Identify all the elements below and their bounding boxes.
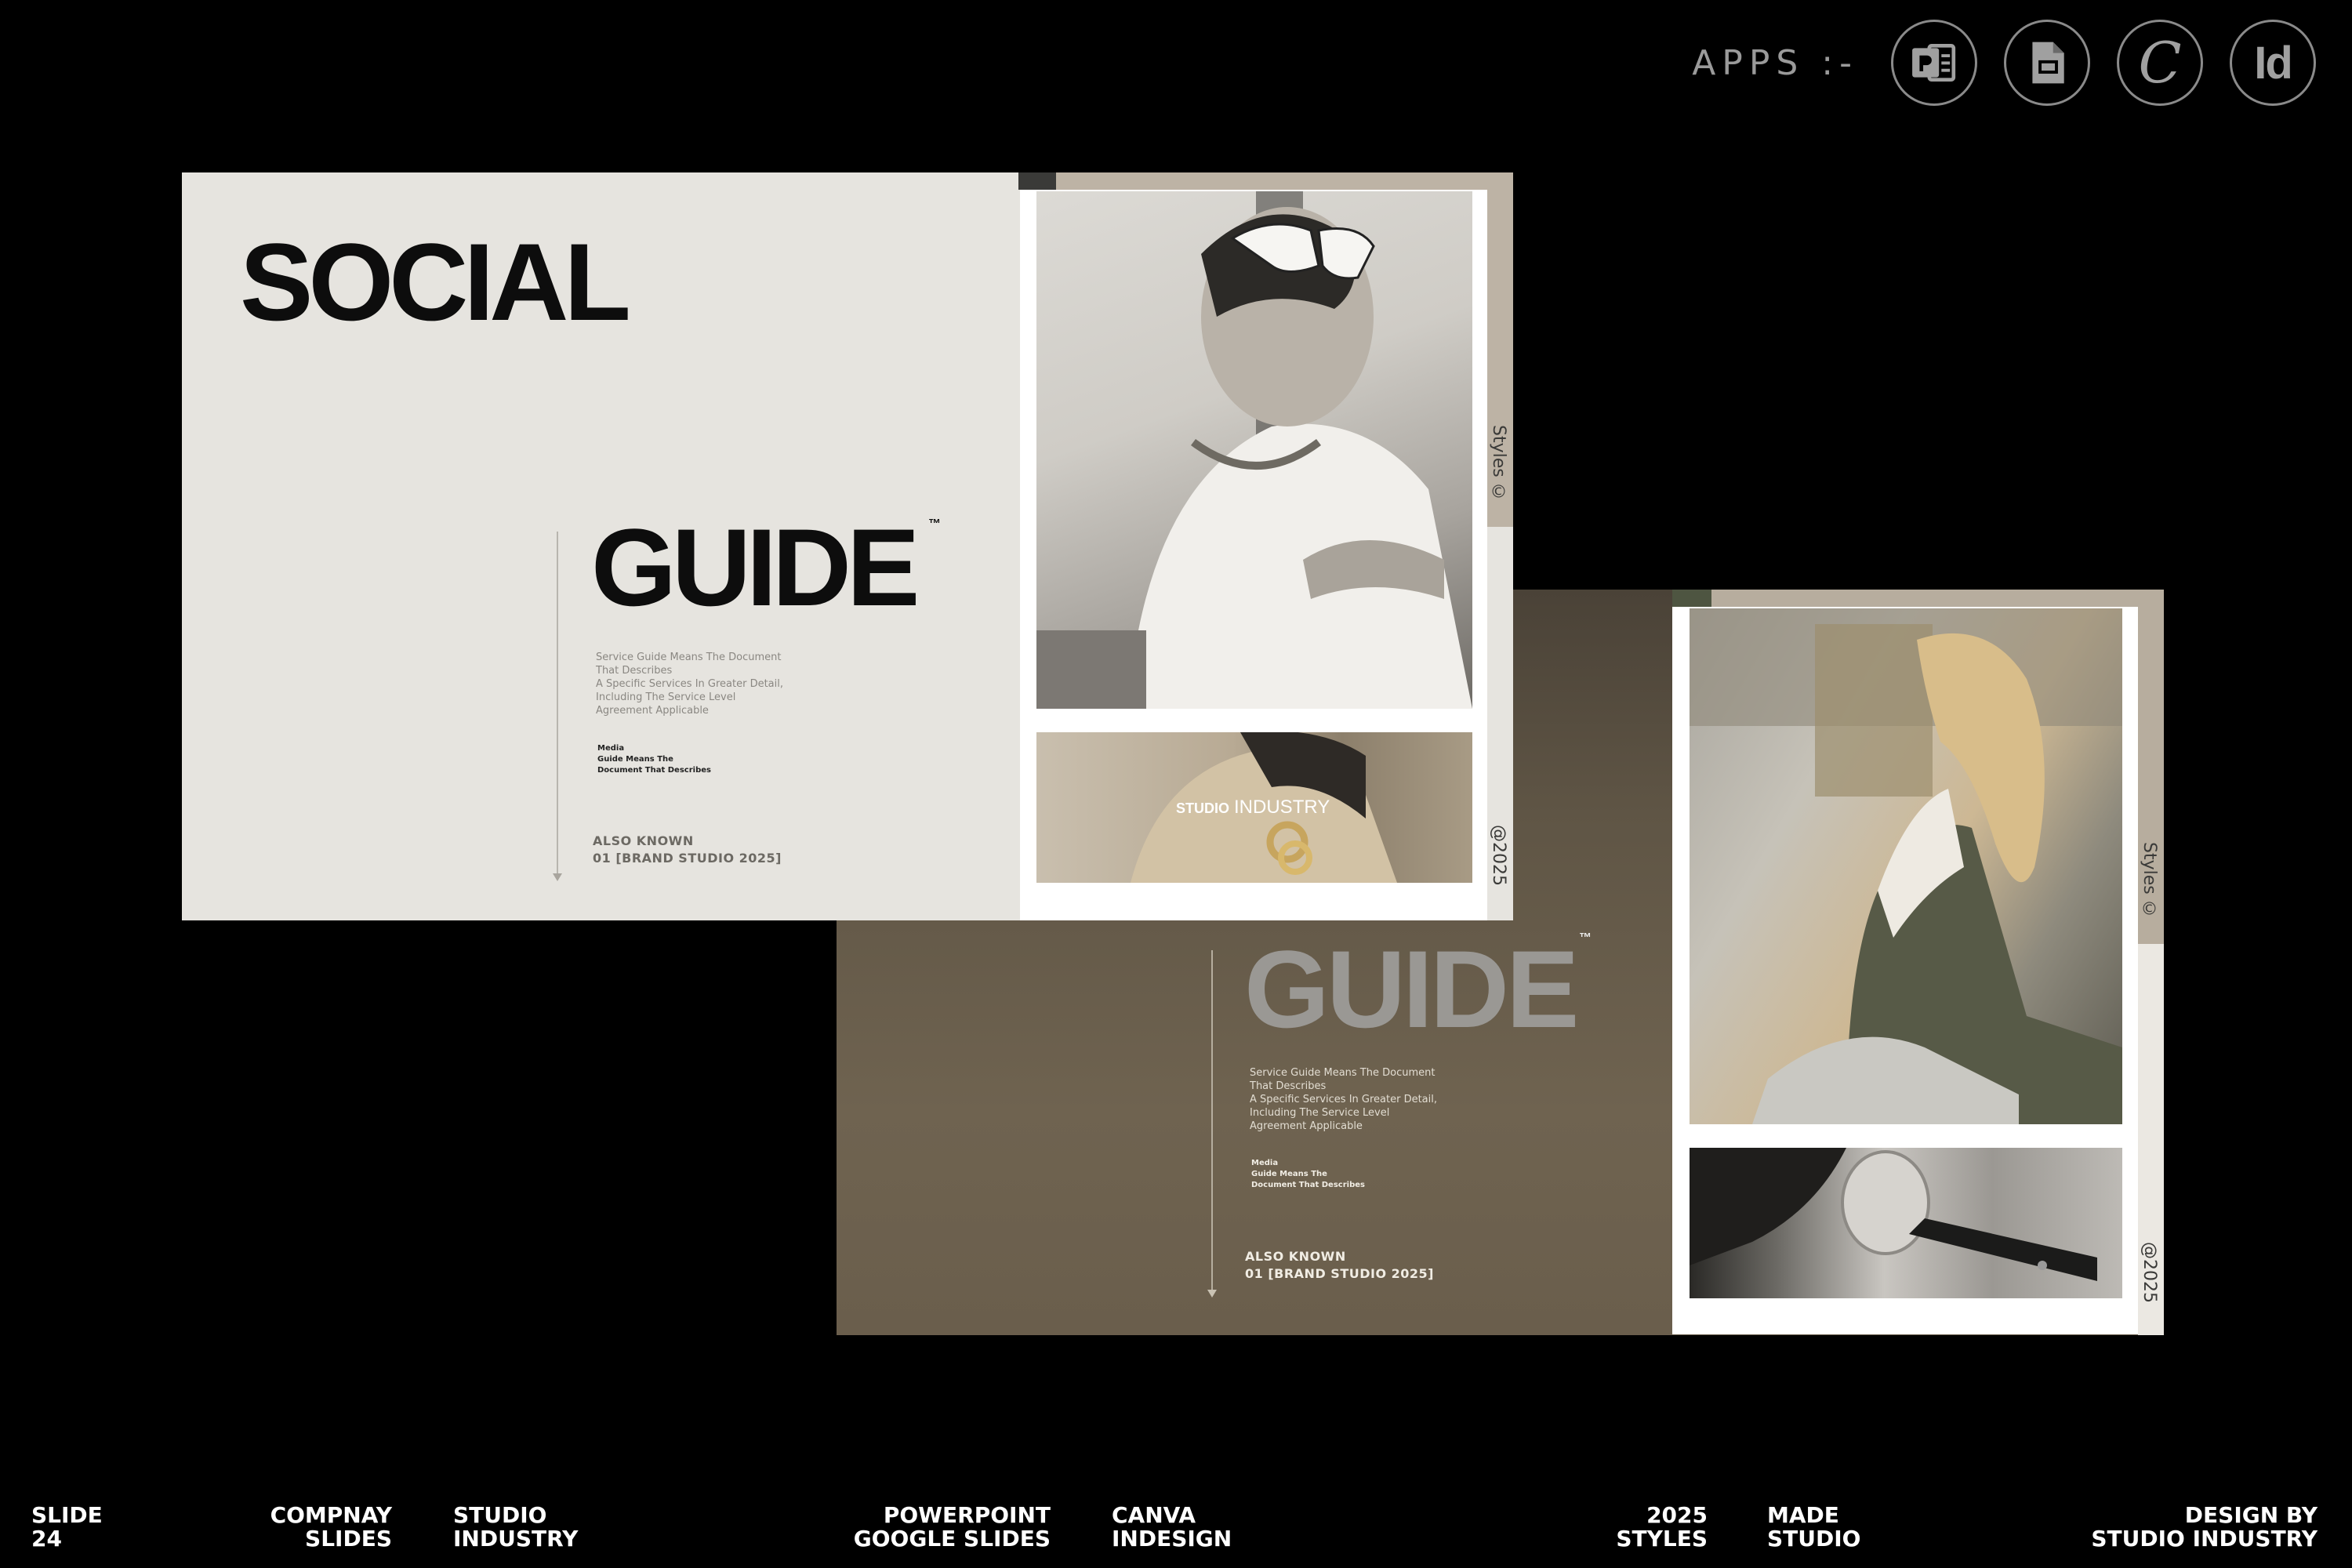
indesign-glyph: Id	[2254, 37, 2293, 89]
apps-label: APPS :-	[1692, 42, 1858, 83]
canva-icon[interactable]: C	[2117, 20, 2203, 106]
description-text: Service Guide Means The Document That De…	[596, 652, 784, 717]
footer-made-studio: MADE STUDIO	[1767, 1502, 1861, 1552]
slide-preview-light: SOCIAL GUIDE ™ Service Guide Means The D…	[182, 172, 1513, 920]
fashion-photo-blonde	[1690, 608, 2122, 1124]
tab-accent-dark	[1018, 172, 1056, 190]
slide-title-guide: GUIDE	[591, 506, 920, 629]
slide-title-social: SOCIAL	[240, 220, 631, 343]
tab-accent-tan	[1711, 590, 2164, 607]
footer-slide-count: SLIDE 24	[31, 1502, 103, 1552]
divider-line	[1211, 950, 1213, 1295]
footer-studio-industry: STUDIO INDUSTRY	[453, 1502, 579, 1552]
arrow-down-icon	[1207, 1290, 1217, 1298]
also-known-text: ALSO KNOWN 01 [BRAND STUDIO 2025]	[1245, 1249, 1434, 1281]
year-label: @2025	[1489, 825, 1508, 886]
indesign-icon[interactable]: Id	[2230, 20, 2316, 106]
tab-accent-tan	[1056, 172, 1513, 190]
studio-industry-overlay: STUDIO INDUSTRY	[1176, 797, 1330, 818]
styles-label: Styles ©	[2140, 842, 2159, 920]
arrow-down-icon	[553, 873, 562, 881]
fashion-photo-ear	[1690, 1148, 2122, 1298]
styles-label: Styles ©	[1489, 425, 1508, 503]
description-text: Service Guide Means The Document That De…	[1250, 1067, 1438, 1132]
trademark-mark: ™	[928, 517, 941, 531]
footer-year-styles: 2025 STYLES	[1616, 1502, 1708, 1552]
fashion-photo-sunglasses	[1036, 191, 1472, 709]
trademark-mark: ™	[1579, 931, 1592, 945]
canva-glyph: C	[2138, 30, 2182, 96]
tab-accent-olive	[1672, 590, 1711, 607]
media-text: Media Guide Means The Document That Desc…	[1251, 1159, 1365, 1189]
apps-row: APPS :- C Id	[1692, 19, 2316, 107]
google-slides-icon[interactable]	[2004, 20, 2090, 106]
footer-software-2: CANVA INDESIGN	[1112, 1502, 1232, 1552]
footer-software-1: POWERPOINT GOOGLE SLIDES	[853, 1502, 1051, 1552]
footer-company-slides: COMPNAY SLIDES	[270, 1502, 392, 1552]
divider-line	[557, 532, 558, 877]
powerpoint-icon[interactable]	[1891, 20, 1977, 106]
year-label: @2025	[2140, 1242, 2159, 1303]
slide-title-guide: GUIDE	[1244, 927, 1579, 1051]
also-known-text: ALSO KNOWN 01 [BRAND STUDIO 2025]	[593, 833, 782, 866]
media-text: Media Guide Means The Document That Desc…	[597, 744, 711, 775]
footer-design-by: DESIGN BY STUDIO INDUSTRY	[2091, 1502, 2318, 1552]
